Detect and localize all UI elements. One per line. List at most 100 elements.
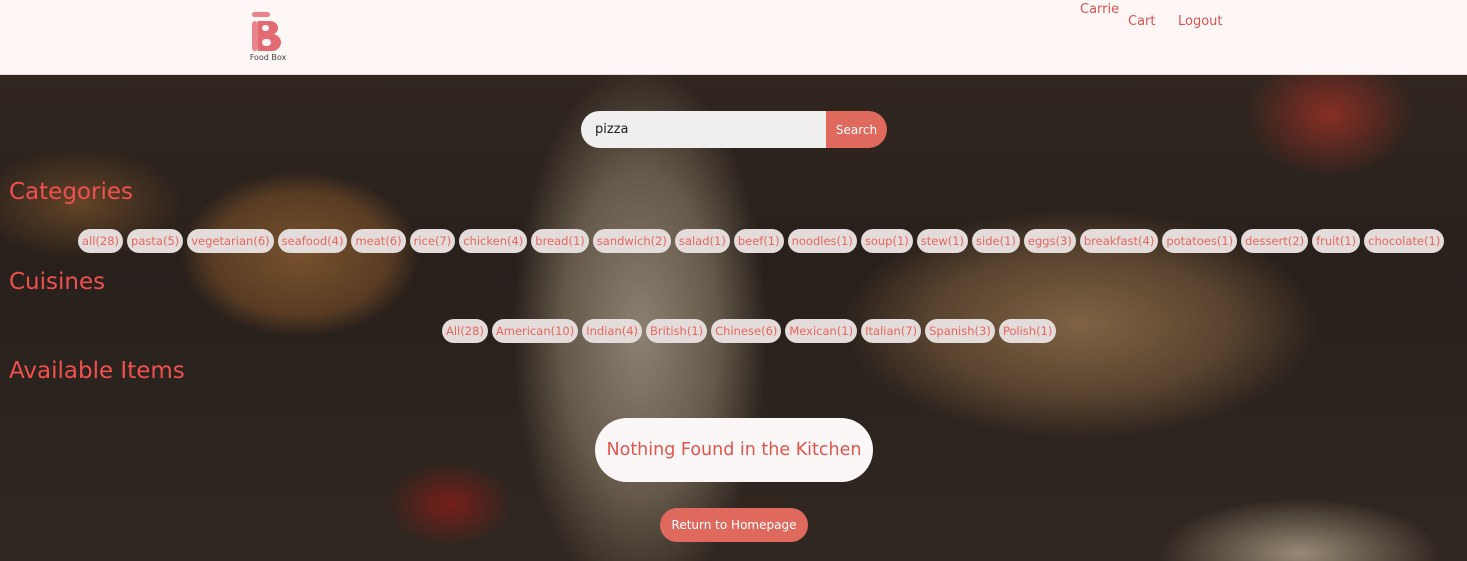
cuisine-chip[interactable]: Polish(1) <box>998 319 1057 343</box>
search-input[interactable] <box>581 111 826 148</box>
cuisine-chip-count: (4) <box>621 324 639 338</box>
category-chip[interactable]: noodles(1) <box>787 229 857 253</box>
cuisine-chip-count: (3) <box>974 324 991 338</box>
category-chip[interactable]: vegetarian(6) <box>187 229 274 253</box>
category-chip-label: rice <box>413 234 435 248</box>
category-chip-count: (1) <box>763 234 780 248</box>
category-chip[interactable]: bread(1) <box>531 229 589 253</box>
cuisines-heading: Cuisines <box>9 269 106 295</box>
category-chip-count: (4) <box>327 234 344 248</box>
category-chip-label: dessert <box>1245 234 1288 248</box>
categories-heading: Categories <box>9 179 133 205</box>
logout-link[interactable]: Logout <box>1178 14 1223 29</box>
category-chip[interactable]: meat(6) <box>351 229 406 253</box>
logo[interactable]: Food Box <box>246 8 290 64</box>
category-chip[interactable]: chicken(4) <box>459 229 528 253</box>
category-chip-label: bread <box>535 234 569 248</box>
category-chip-count: (6) <box>385 234 402 248</box>
category-chip[interactable]: soup(1) <box>860 229 913 253</box>
category-chip-label: vegetarian <box>191 234 254 248</box>
category-chip-count: (6) <box>253 234 270 248</box>
category-chip[interactable]: sandwich(2) <box>592 229 671 253</box>
search-bar: Search <box>581 111 887 148</box>
category-chip-label: side <box>976 234 1000 248</box>
category-chip-label: noodles <box>791 234 837 248</box>
category-chip-count: (1) <box>836 234 853 248</box>
category-chip-label: soup <box>864 234 893 248</box>
cuisine-chip-count: (1) <box>686 324 704 338</box>
category-chip-count: (1) <box>1339 234 1357 248</box>
header: Food Box Carrie Cart Logout <box>0 0 1467 75</box>
category-chip-count: (1) <box>1216 234 1234 248</box>
food-box-logo-icon <box>252 12 281 51</box>
cuisine-chip[interactable]: Italian(7) <box>861 319 922 343</box>
cuisine-chips: All(28) American(10) Indian(4) British(1) Ch… <box>442 319 1057 343</box>
cuisine-chip-label: Chinese <box>715 324 762 338</box>
category-chip[interactable]: eggs(3) <box>1023 229 1076 253</box>
category-chip[interactable]: salad(1) <box>674 229 730 253</box>
category-chip[interactable]: fruit(1) <box>1312 229 1361 253</box>
category-chip[interactable]: side(1) <box>972 229 1020 253</box>
cuisine-chip[interactable]: Mexican(1) <box>785 319 858 343</box>
cuisine-chip-count: (1) <box>836 324 854 338</box>
cart-link[interactable]: Cart <box>1128 14 1156 29</box>
logo-text: Food Box <box>249 53 287 62</box>
available-items-heading: Available Items <box>9 358 185 384</box>
cuisine-chip-label: British <box>650 324 687 338</box>
category-chip-label: salad <box>678 234 710 248</box>
cuisine-chip-label: Indian <box>586 324 622 338</box>
category-chip-count: (3) <box>1055 234 1072 248</box>
page: Food Box Carrie Cart Logout Search Categ… <box>0 0 1467 561</box>
category-chip-count: (28) <box>95 234 120 248</box>
category-chip-count: (1) <box>568 234 585 248</box>
category-chips: all(28) pasta(5) vegetarian(6) seafood(4) me… <box>78 229 1445 253</box>
cuisine-chip-count: (28) <box>460 324 484 338</box>
cuisine-chip-label: All <box>446 324 461 338</box>
category-chip[interactable]: chocolate(1) <box>1364 229 1445 253</box>
cuisine-chip[interactable]: Chinese(6) <box>711 319 782 343</box>
category-chip[interactable]: potatoes(1) <box>1162 229 1238 253</box>
category-chip[interactable]: rice(7) <box>409 229 456 253</box>
search-button[interactable]: Search <box>826 111 887 148</box>
category-chip-label: seafood <box>281 234 328 248</box>
category-chip[interactable]: seafood(4) <box>277 229 348 253</box>
category-chip-label: fruit <box>1316 234 1340 248</box>
category-chip-count: (2) <box>1287 234 1305 248</box>
category-chip-count: (2) <box>650 234 667 248</box>
category-chip-label: chocolate <box>1368 234 1425 248</box>
category-chip[interactable]: all(28) <box>78 229 124 253</box>
category-chip-count: (4) <box>506 234 524 248</box>
cuisine-chip[interactable]: British(1) <box>646 319 708 343</box>
category-chip-label: meat <box>355 234 386 248</box>
category-chip-label: eggs <box>1027 234 1056 248</box>
category-chip-count: (5) <box>162 234 180 248</box>
category-chip-label: sandwich <box>596 234 651 248</box>
category-chip-label: potatoes <box>1166 234 1217 248</box>
category-chip-count: (4) <box>1138 234 1155 248</box>
cuisine-chip[interactable]: American(10) <box>491 319 579 343</box>
cuisine-chip-label: Spanish <box>929 324 975 338</box>
category-chip-count: (1) <box>892 234 909 248</box>
cuisine-chip-count: (7) <box>900 324 918 338</box>
cuisine-chip[interactable]: Indian(4) <box>582 319 643 343</box>
category-chip-label: pasta <box>131 234 163 248</box>
cuisine-chip-count: (1) <box>1036 324 1053 338</box>
category-chip[interactable]: stew(1) <box>916 229 969 253</box>
cuisine-chip-label: American <box>495 324 551 338</box>
category-chip[interactable]: beef(1) <box>733 229 784 253</box>
return-to-homepage-button[interactable]: Return to Homepage <box>660 508 808 542</box>
cuisine-chip-label: Mexican <box>789 324 837 338</box>
category-chip-count: (1) <box>999 234 1016 248</box>
cuisine-chip-label: Italian <box>865 324 901 338</box>
category-chip-label: stew <box>920 234 948 248</box>
cuisine-chip[interactable]: All(28) <box>442 319 488 343</box>
category-chip[interactable]: pasta(5) <box>127 229 184 253</box>
category-chip-label: chicken <box>463 234 507 248</box>
category-chip[interactable]: dessert(2) <box>1241 229 1309 253</box>
category-chip-count: (1) <box>1424 234 1441 248</box>
category-chip[interactable]: breakfast(4) <box>1079 229 1159 253</box>
category-chip-label: breakfast <box>1083 234 1139 248</box>
user-name: Carrie <box>1080 2 1120 17</box>
category-chip-label: beef <box>737 234 764 248</box>
cuisine-chip[interactable]: Spanish(3) <box>925 319 995 343</box>
